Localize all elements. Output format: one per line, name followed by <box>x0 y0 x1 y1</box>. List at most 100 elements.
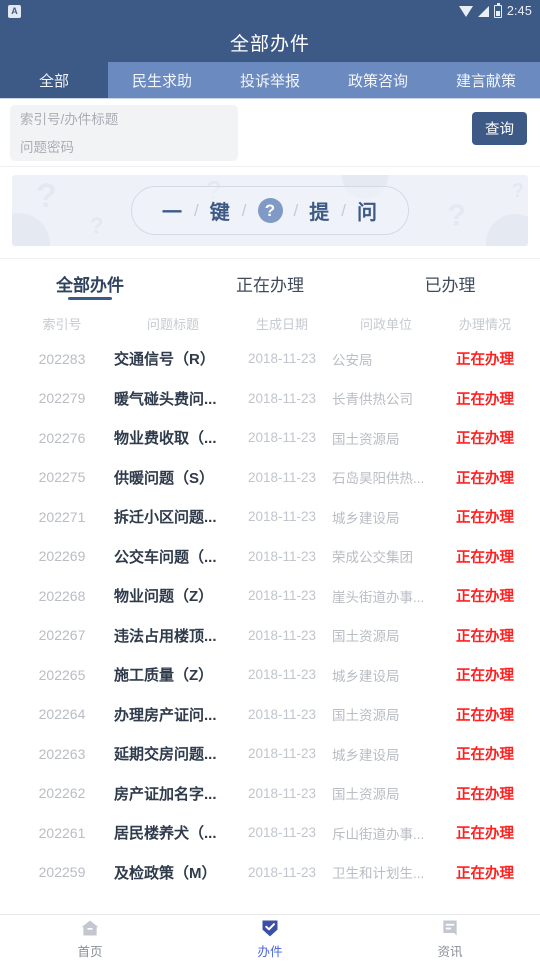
home-icon <box>81 920 99 935</box>
cell-status-text: 正在办理 <box>456 668 514 685</box>
category-tab-bar: 全部 民生求助 投诉举报 政策咨询 建言献策 <box>0 62 540 99</box>
cell-date: 2018-11-23 <box>232 786 332 801</box>
table-row[interactable]: 202271 拆迁小区问题... 2018-11-23 城乡建设局 正在办理 <box>0 497 540 537</box>
cell-unit: 荣成公交集团 <box>332 546 440 566</box>
keyword-field-wrap <box>10 105 238 133</box>
category-tab-complaint[interactable]: 投诉举报 <box>216 62 324 98</box>
table-row[interactable]: 202276 物业费收取（... 2018-11-23 国土资源局 正在办理 <box>0 418 540 458</box>
cell-status: 正在办理 <box>440 506 530 527</box>
cell-index-text: 202271 <box>38 508 86 525</box>
category-tab-all[interactable]: 全部 <box>0 62 108 98</box>
nav-item-home[interactable]: 首页 <box>0 915 180 962</box>
table-row[interactable]: 202268 物业问题（Z） 2018-11-23 崖头街道办事... 正在办理 <box>0 576 540 616</box>
table-row[interactable]: 202262 房产证加名字... 2018-11-23 国土资源局 正在办理 <box>0 774 540 814</box>
check-badge-icon <box>262 920 278 936</box>
status-bar: A 2:45 <box>0 0 540 22</box>
cell-unit-text: 卫生和计划生... <box>332 866 425 882</box>
table-row[interactable]: 202263 延期交房问题... 2018-11-23 城乡建设局 正在办理 <box>0 734 540 774</box>
category-tab-livelihood-label: 民生求助 <box>131 72 192 90</box>
table-row[interactable]: 202279 暖气碰头费问... 2018-11-23 长青供热公司 正在办理 <box>0 379 540 419</box>
sub-tab-done[interactable]: 已办理 <box>360 259 540 307</box>
cell-date: 2018-11-23 <box>232 707 332 722</box>
cell-unit-text: 斥山街道办事... <box>332 826 425 842</box>
cell-index-text: 202264 <box>38 706 86 723</box>
search-password-input[interactable] <box>20 139 228 155</box>
cell-index: 202265 <box>10 667 114 683</box>
cell-unit: 公安局 <box>332 349 440 369</box>
search-panel: 查询 <box>0 99 540 167</box>
cell-title-text: 房产证加名字... <box>114 785 217 803</box>
case-list[interactable]: 202283 交通信号（R） 2018-11-23 公安局 正在办理 202279 暖气碰头… <box>0 339 540 914</box>
table-row[interactable]: 202275 供暖问题（S） 2018-11-23 石岛昊阳供热... 正在办理 <box>0 458 540 498</box>
cell-date: 2018-11-23 <box>232 588 332 603</box>
cell-status-text: 正在办理 <box>456 470 514 487</box>
one-click-question-banner[interactable]: ? ? ? ? ? 一 / 键 / ? / 提 / 问 <box>12 175 528 246</box>
cell-status-text: 正在办理 <box>456 747 514 764</box>
cell-title: 物业费收取（... <box>114 427 232 448</box>
cell-unit: 崖头街道办事... <box>332 586 440 606</box>
cell-title-text: 交通信号（R） <box>114 351 215 369</box>
category-tab-policy[interactable]: 政策咨询 <box>324 62 432 98</box>
table-row[interactable]: 202269 公交车问题（... 2018-11-23 荣成公交集团 正在办理 <box>0 537 540 577</box>
query-button[interactable]: 查询 <box>472 112 527 145</box>
sub-tab-processing[interactable]: 正在办理 <box>180 259 360 307</box>
cell-status: 正在办理 <box>440 862 530 883</box>
cell-date: 2018-11-23 <box>232 391 332 406</box>
cell-status: 正在办理 <box>440 348 530 369</box>
question-mark-badge-icon: ? <box>257 198 283 223</box>
cell-unit: 国土资源局 <box>332 428 440 448</box>
cell-date: 2018-11-23 <box>232 865 332 880</box>
table-row[interactable]: 202261 居民楼养犬（... 2018-11-23 斥山街道办事... 正在办理 <box>0 813 540 853</box>
cell-unit-text: 荣成公交集团 <box>332 550 413 566</box>
cell-unit: 国土资源局 <box>332 625 440 645</box>
category-tab-livelihood[interactable]: 民生求助 <box>108 62 216 98</box>
table-row[interactable]: 202265 施工质量（Z） 2018-11-23 城乡建设局 正在办理 <box>0 655 540 695</box>
table-row[interactable]: 202259 及检政策（M） 2018-11-23 卫生和计划生... 正在办理 <box>0 853 540 893</box>
cell-date: 2018-11-23 <box>232 351 332 366</box>
sub-tab-processing-label: 正在办理 <box>236 275 304 295</box>
cell-date: 2018-11-23 <box>232 628 332 643</box>
table-row[interactable]: 202264 办理房产证问... 2018-11-23 国土资源局 正在办理 <box>0 695 540 735</box>
page-title: 全部办件 <box>0 22 540 62</box>
cell-date: 2018-11-23 <box>232 825 332 840</box>
sub-tab-done-label: 已办理 <box>424 275 476 295</box>
banner-separator: / <box>293 200 299 220</box>
cell-index-text: 202283 <box>38 350 86 367</box>
cell-date: 2018-11-23 <box>232 667 332 682</box>
cell-index: 202275 <box>10 469 114 485</box>
cell-unit-text: 长青供热公司 <box>332 392 413 408</box>
cell-index: 202279 <box>10 390 114 406</box>
cell-unit: 石岛昊阳供热... <box>332 467 440 487</box>
cell-title: 施工质量（Z） <box>114 664 232 685</box>
table-row[interactable]: 202267 违法占用楼顶... 2018-11-23 国土资源局 正在办理 <box>0 616 540 656</box>
question-watermark-icon: ? <box>90 213 104 238</box>
cell-date-text: 2018-11-23 <box>247 588 317 604</box>
cell-date-text: 2018-11-23 <box>247 430 317 446</box>
cell-unit-text: 国土资源局 <box>332 629 400 645</box>
cell-date: 2018-11-23 <box>232 430 332 445</box>
cell-title-text: 延期交房问题... <box>114 746 217 764</box>
category-tab-suggestion-label: 建言献策 <box>455 72 516 90</box>
nav-item-home-label: 首页 <box>77 944 103 959</box>
cell-date-text: 2018-11-23 <box>247 667 317 683</box>
cell-unit: 城乡建设局 <box>332 665 440 685</box>
category-tab-suggestion[interactable]: 建言献策 <box>432 62 540 98</box>
cell-date-text: 2018-11-23 <box>247 706 317 722</box>
nav-item-cases[interactable]: 办件 <box>180 915 360 962</box>
nav-item-news[interactable]: 资讯 <box>360 915 540 962</box>
search-keyword-input[interactable] <box>20 111 228 127</box>
cell-index: 202269 <box>10 548 114 564</box>
cell-index-text: 202269 <box>38 548 86 565</box>
cell-index: 202262 <box>10 785 114 801</box>
cell-date-text: 2018-11-23 <box>247 746 317 762</box>
cell-index-text: 202267 <box>38 627 86 644</box>
cell-status: 正在办理 <box>440 704 530 725</box>
one-click-question-pill[interactable]: 一 / 键 / ? / 提 / 问 <box>131 186 409 235</box>
cell-index-text: 202276 <box>38 429 86 446</box>
app-root: A 2:45 全部办件 全部 民生求助 投诉举报 政策咨询 建言献策 索引号/办… <box>0 0 540 962</box>
table-row[interactable]: 202283 交通信号（R） 2018-11-23 公安局 正在办理 <box>0 339 540 379</box>
banner-decor-circle <box>486 214 528 246</box>
cell-date-text: 2018-11-23 <box>247 390 317 406</box>
sub-tab-all[interactable]: 全部办件 <box>0 259 180 307</box>
cell-unit-text: 国土资源局 <box>332 708 400 724</box>
